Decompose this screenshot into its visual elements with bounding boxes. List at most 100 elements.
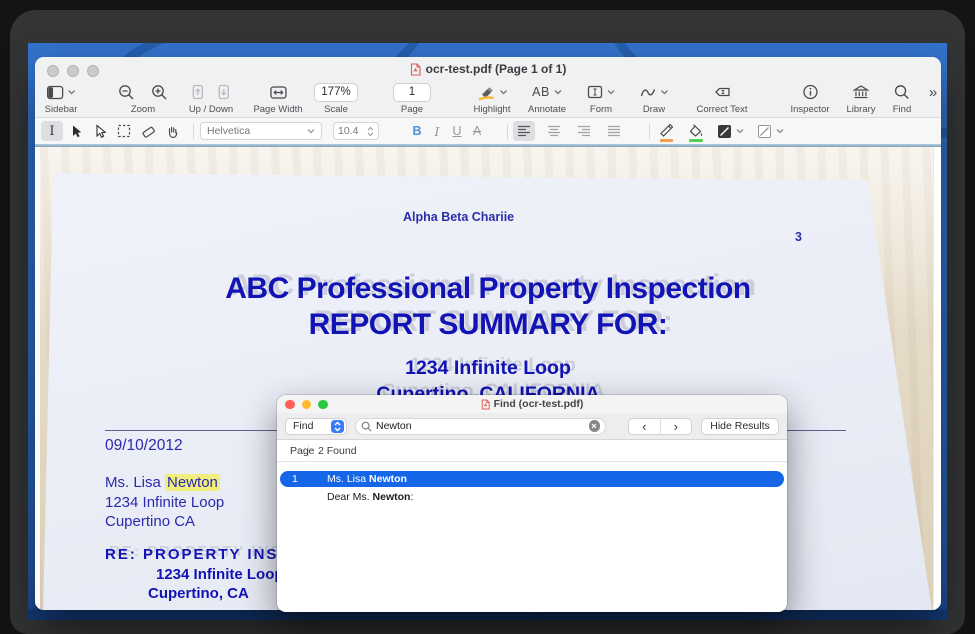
toolbar-correct-text[interactable]: Correct Text	[696, 81, 747, 115]
align-left-button[interactable]	[513, 121, 535, 141]
annotate-icon: AB	[532, 85, 550, 99]
find-mode-select[interactable]: Find	[285, 418, 347, 435]
chevron-down-icon	[776, 128, 784, 134]
toolbar-zoom-label: Zoom	[131, 104, 155, 115]
font-family-select[interactable]: Helvetica	[200, 122, 322, 140]
chevron-down-icon	[607, 89, 615, 95]
library-bank-icon	[852, 84, 869, 100]
toolbar-inspector[interactable]: Inspector	[790, 81, 829, 115]
cursor-icon	[70, 124, 83, 139]
toolbar-page-label: Page	[401, 104, 423, 115]
result-prefix: Ms. Lisa	[327, 473, 369, 485]
previous-result-button[interactable]: ‹	[629, 419, 661, 434]
toolbar-page: 1 Page	[393, 81, 431, 115]
select-tool[interactable]	[65, 121, 87, 141]
find-result-row[interactable]: 1 Ms. Lisa Newton	[280, 471, 784, 487]
toolbar-form[interactable]: Form	[587, 81, 615, 115]
zoom-out-icon[interactable]	[118, 84, 135, 101]
toolbar-scale: 177% Scale	[314, 81, 358, 115]
doc-re-heading: RE: PROPERTY INSP	[105, 546, 290, 563]
doc-date: 09/10/2012	[105, 437, 183, 455]
toolbar-find[interactable]: Find	[893, 81, 911, 115]
clear-search-icon[interactable]	[589, 420, 601, 432]
stroke-swatch-icon	[718, 125, 731, 138]
search-input[interactable]	[376, 420, 589, 432]
toolbar-page-width-label: Page Width	[253, 104, 302, 115]
align-justify-button[interactable]	[603, 121, 625, 141]
doc-heading-line2: REPORT SUMMARY FOR:	[55, 308, 921, 342]
bold-button[interactable]: B	[407, 124, 427, 138]
stroke-style-button[interactable]	[718, 125, 744, 138]
doc-re-line3: Cupertino, CA	[148, 585, 249, 602]
results-column-page: Page	[277, 445, 308, 457]
scale-input[interactable]: 177%	[314, 83, 358, 102]
next-result-button[interactable]: ›	[661, 419, 692, 434]
italic-button[interactable]: I	[427, 124, 447, 139]
toolbar-sidebar[interactable]: Sidebar	[45, 81, 78, 115]
doc-heading-line1: ABC Professional Property Inspection	[55, 272, 921, 306]
chevron-down-icon	[736, 128, 744, 134]
result-prefix: Dear Ms.	[327, 491, 373, 503]
zoom-window-button[interactable]	[318, 400, 328, 410]
underline-button[interactable]: U	[447, 124, 467, 138]
toolbar-highlight[interactable]: Highlight	[474, 81, 511, 115]
search-hit-highlight: Newton	[165, 474, 220, 491]
toolbar-library[interactable]: Library	[846, 81, 875, 115]
direct-select-tool[interactable]	[89, 121, 111, 141]
chevron-down-icon	[307, 128, 315, 134]
vertical-scrollbar[interactable]	[933, 147, 941, 610]
toolbar-updown-label: Up / Down	[189, 104, 233, 115]
toolbar-annotate-label: Annotate	[528, 104, 566, 115]
results-list: 1 Ms. Lisa Newton Dear Ms. Newton:	[277, 462, 787, 505]
find-result-row[interactable]: Dear Ms. Newton:	[280, 489, 784, 505]
ibeam-icon: I	[49, 124, 54, 139]
eraser-icon	[140, 124, 156, 139]
font-size-stepper[interactable]: 10.4	[333, 122, 379, 140]
close-button[interactable]	[285, 400, 295, 410]
toolbar-highlight-label: Highlight	[474, 104, 511, 115]
result-match: Newton	[369, 473, 407, 485]
toolbar-find-label: Find	[893, 104, 911, 115]
overflow-chevrons-icon: »	[929, 84, 937, 101]
format-bar: I Helvetica 10.4 B I U A	[35, 117, 941, 144]
toolbar-draw[interactable]: Draw	[640, 81, 669, 115]
toolbar-inspector-label: Inspector	[790, 104, 829, 115]
marquee-icon	[117, 124, 131, 138]
desktop-stage: { "colors": { "accent_blue": "#1667e8", …	[0, 0, 975, 634]
paint-bucket-icon	[688, 124, 704, 139]
chevron-down-icon	[661, 89, 669, 95]
chevron-down-icon	[500, 89, 508, 95]
doc-re-line2: 1234 Infinite Loop	[156, 566, 284, 583]
form-field-icon	[587, 84, 603, 100]
minimize-button[interactable]	[302, 400, 312, 410]
result-suffix: :	[410, 491, 413, 503]
eraser-tool[interactable]	[137, 121, 159, 141]
align-right-button[interactable]	[573, 121, 595, 141]
fill-color-button[interactable]	[688, 124, 704, 139]
page-number-input[interactable]: 1	[393, 83, 431, 102]
correct-text-icon	[712, 84, 731, 100]
search-icon	[361, 421, 372, 432]
page-up-icon[interactable]	[191, 84, 205, 100]
hand-tool[interactable]	[161, 121, 183, 141]
align-center-button[interactable]	[543, 121, 565, 141]
text-color-button[interactable]	[659, 124, 674, 139]
toolbar-library-label: Library	[846, 104, 875, 115]
fill-style-button[interactable]	[758, 125, 784, 138]
search-field[interactable]	[355, 418, 606, 435]
toolbar-annotate[interactable]: AB Annotate	[528, 81, 566, 115]
highlighter-icon	[477, 84, 496, 101]
doc-heading-line3: 1234 Infinite Loop	[55, 357, 921, 380]
find-toolbar: Find ‹ › Hide Results	[277, 413, 787, 440]
hide-results-button[interactable]: Hide Results	[701, 418, 779, 435]
find-mode-value: Find	[293, 420, 313, 432]
page-down-icon[interactable]	[217, 84, 231, 100]
text-edit-tool[interactable]: I	[41, 121, 63, 141]
marquee-select-tool[interactable]	[113, 121, 135, 141]
zoom-in-icon[interactable]	[151, 84, 168, 101]
result-text-cell: Ms. Lisa Newton	[327, 473, 407, 485]
inspector-info-icon	[802, 84, 818, 100]
strikethrough-button[interactable]: A	[467, 124, 487, 138]
toolbar-overflow[interactable]: »	[929, 81, 937, 103]
toolbar-page-width[interactable]: Page Width	[253, 81, 302, 115]
